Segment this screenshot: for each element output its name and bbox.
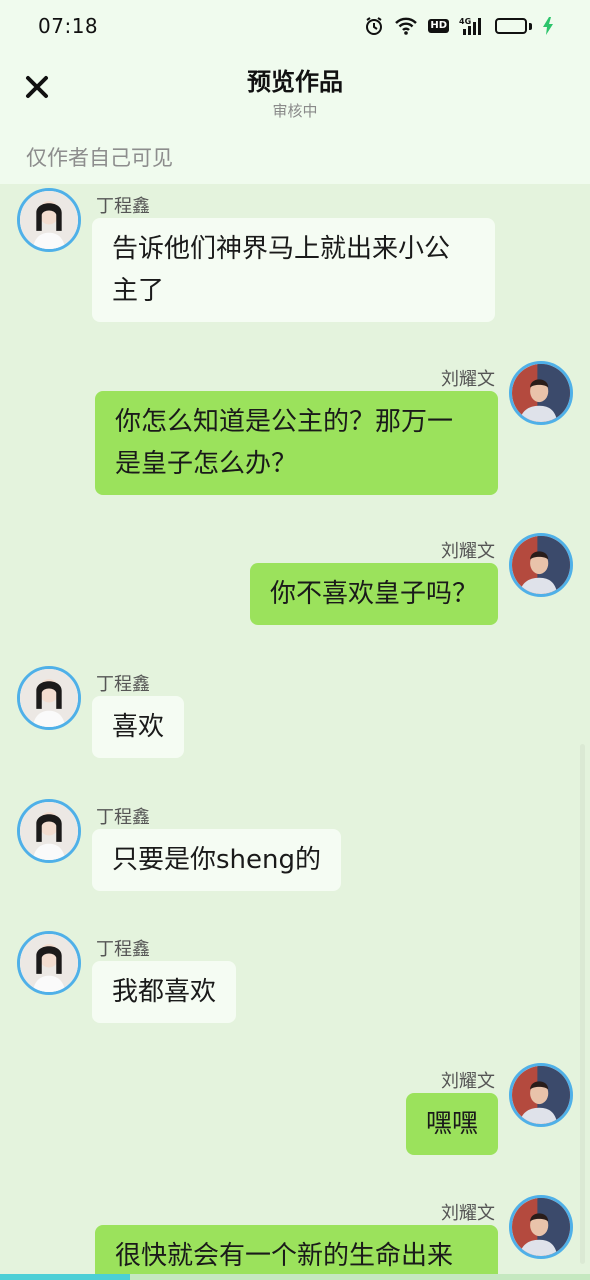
avatar[interactable] xyxy=(17,799,81,863)
sender-name: 丁程鑫 xyxy=(96,807,150,828)
chat-message: 丁程鑫 我都喜欢 xyxy=(0,929,590,1029)
sender-name: 丁程鑫 xyxy=(96,674,150,695)
message-bubble[interactable]: 喜欢 xyxy=(92,696,185,758)
sender-name: 刘耀文 xyxy=(441,1203,495,1224)
alarm-icon xyxy=(364,16,384,36)
charging-icon xyxy=(542,16,554,36)
sender-name: 刘耀文 xyxy=(441,1071,495,1092)
avatar[interactable] xyxy=(17,188,81,252)
reading-progress-fill xyxy=(0,1274,130,1280)
scrollbar[interactable] xyxy=(580,744,585,1264)
message-bubble[interactable]: 告诉他们神界马上就出来小公主了 xyxy=(92,218,495,322)
avatar[interactable] xyxy=(509,361,573,425)
sender-name: 刘耀文 xyxy=(441,541,495,562)
chat-message: 刘耀文 很快就会有一个新的生命出来 xyxy=(0,1193,590,1280)
sender-name: 刘耀文 xyxy=(441,369,495,390)
wifi-icon xyxy=(394,16,418,36)
chat-message: 丁程鑫 告诉他们神界马上就出来小公主了 xyxy=(0,186,590,326)
sender-name: 丁程鑫 xyxy=(96,939,150,960)
review-status: 审核中 xyxy=(272,102,318,120)
status-bar: 07:18 HD 4G xyxy=(0,0,590,52)
message-bubble[interactable]: 只要是你sheng的 xyxy=(92,829,342,891)
chat-message: 刘耀文 你不喜欢皇子吗？ xyxy=(0,531,590,631)
sender-name: 丁程鑫 xyxy=(96,196,150,217)
message-bubble[interactable]: 你不喜欢皇子吗？ xyxy=(249,563,498,625)
message-bubble[interactable]: 你怎么知道是公主的？那万一是皇子怎么办？ xyxy=(95,391,498,495)
chat-area[interactable]: 丁程鑫 告诉他们神界马上就出来小公主了 刘耀文 你怎么知道是公主的？那万一是皇子… xyxy=(0,184,590,1280)
chat-message: 丁程鑫 只要是你sheng的 xyxy=(0,797,590,897)
chat-message: 丁程鑫 喜欢 xyxy=(0,664,590,764)
page-title: 预览作品 xyxy=(247,68,343,96)
avatar[interactable] xyxy=(509,533,573,597)
hd-icon: HD xyxy=(428,19,449,33)
message-bubble[interactable]: 很快就会有一个新的生命出来 xyxy=(95,1225,498,1280)
avatar[interactable] xyxy=(509,1063,573,1127)
avatar[interactable] xyxy=(17,931,81,995)
message-bubble[interactable]: 我都喜欢 xyxy=(92,961,237,1023)
battery-icon xyxy=(495,18,532,34)
avatar[interactable] xyxy=(509,1195,573,1259)
message-bubble[interactable]: 嘿嘿 xyxy=(405,1093,498,1155)
reading-progress-bar xyxy=(0,1274,590,1280)
visibility-note: 仅作者自己可见 xyxy=(26,146,173,170)
4g-signal-icon: 4G xyxy=(459,16,485,36)
status-icons: HD 4G xyxy=(364,16,554,36)
header: 预览作品 审核中 仅作者自己可见 xyxy=(0,52,590,184)
status-time: 07:18 xyxy=(38,14,99,38)
svg-text:4G: 4G xyxy=(459,17,471,26)
chat-message: 刘耀文 嘿嘿 xyxy=(0,1061,590,1161)
chat-message: 刘耀文 你怎么知道是公主的？那万一是皇子怎么办？ xyxy=(0,359,590,499)
avatar[interactable] xyxy=(17,666,81,730)
